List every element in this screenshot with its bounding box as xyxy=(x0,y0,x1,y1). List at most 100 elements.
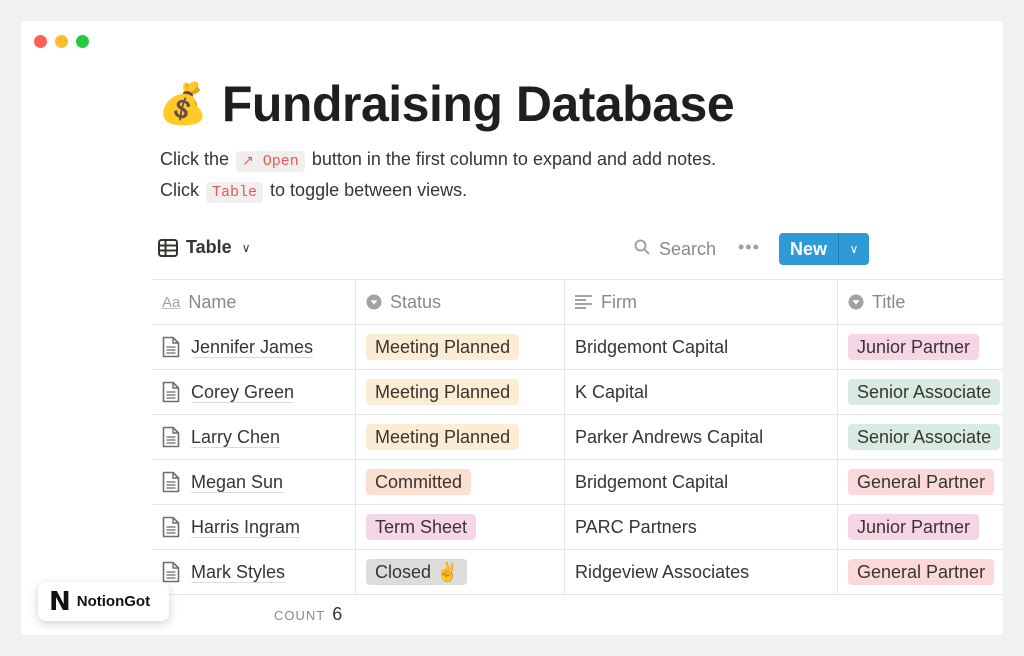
row-name-link[interactable]: Larry Chen xyxy=(191,427,280,448)
database-toolbar: Table ∨ Search ••• New ∨ xyxy=(158,233,1003,269)
firm-cell[interactable]: K Capital xyxy=(565,370,838,414)
title-cell[interactable]: Senior Associate xyxy=(838,415,1003,459)
page-icon xyxy=(162,516,180,538)
status-cell[interactable]: Term Sheet xyxy=(356,505,565,549)
name-cell[interactable]: Larry Chen xyxy=(152,415,356,459)
row-name-link[interactable]: Corey Green xyxy=(191,382,294,403)
firm-text: Parker Andrews Capital xyxy=(575,426,764,447)
table-header-row: Aa Name Status Firm Title xyxy=(152,280,1003,325)
column-header-status[interactable]: Status xyxy=(356,280,565,324)
table-row[interactable]: Mark Styles Closed ✌️ Ridgeview Associat… xyxy=(152,550,1003,595)
money-bag-icon[interactable]: 💰 xyxy=(158,84,208,124)
row-name-link[interactable]: Mark Styles xyxy=(191,562,285,583)
title-badge: Senior Associate xyxy=(848,379,1001,405)
table-row[interactable]: Jennifer James Meeting Planned Bridgemon… xyxy=(152,325,1003,370)
page-description: Click the ↗ Open button in the first col… xyxy=(160,145,716,207)
status-cell[interactable]: Meeting Planned xyxy=(356,370,565,414)
column-header-name[interactable]: Aa Name xyxy=(152,280,356,324)
table-row[interactable]: Larry Chen Meeting Planned Parker Andrew… xyxy=(152,415,1003,460)
status-badge: Closed ✌️ xyxy=(366,559,468,585)
table-icon xyxy=(158,238,178,257)
description-line-2: Click Table to toggle between views. xyxy=(160,176,716,207)
title-cell[interactable]: Senior Associate xyxy=(838,370,1003,414)
page-icon xyxy=(162,381,180,403)
status-cell[interactable]: Meeting Planned xyxy=(356,415,565,459)
search-label: Search xyxy=(659,239,717,259)
maximize-window-button[interactable] xyxy=(76,35,89,48)
view-switcher[interactable]: Table ∨ xyxy=(158,237,250,258)
title-badge: Junior Partner xyxy=(848,514,980,540)
title-cell[interactable]: Junior Partner xyxy=(838,325,1003,369)
row-name-link[interactable]: Harris Ingram xyxy=(191,517,300,538)
firm-text: Ridgeview Associates xyxy=(575,561,750,582)
name-cell[interactable]: Corey Green xyxy=(152,370,356,414)
table-row[interactable]: Harris Ingram Term Sheet PARC Partners J… xyxy=(152,505,1003,550)
page-header: 💰 Fundraising Database xyxy=(158,75,735,133)
close-window-button[interactable] xyxy=(34,35,47,48)
name-cell[interactable]: Mark Styles xyxy=(152,550,356,594)
row-name-link[interactable]: Jennifer James xyxy=(191,337,313,358)
minimize-window-button[interactable] xyxy=(55,35,68,48)
new-dropdown-button[interactable]: ∨ xyxy=(838,233,869,265)
title-badge: General Partner xyxy=(848,559,995,585)
table-row[interactable]: Corey Green Meeting Planned K Capital Se… xyxy=(152,370,1003,415)
status-cell[interactable]: Committed xyxy=(356,460,565,504)
row-name-link[interactable]: Megan Sun xyxy=(191,472,283,493)
page-icon xyxy=(162,561,180,583)
firm-cell[interactable]: Bridgemont Capital xyxy=(565,460,838,504)
title-cell[interactable]: Junior Partner xyxy=(838,505,1003,549)
table-code-snippet: Table xyxy=(206,182,264,203)
brand-watermark: N NotionGot xyxy=(38,582,169,621)
status-badge: Meeting Planned xyxy=(366,379,520,405)
firm-cell[interactable]: Parker Andrews Capital xyxy=(565,415,838,459)
title-badge: Senior Associate xyxy=(848,424,1001,450)
description-text: Click xyxy=(160,180,199,200)
firm-text: PARC Partners xyxy=(575,516,697,537)
app-window: 💰 Fundraising Database Click the ↗ Open … xyxy=(21,21,1003,635)
more-options-icon[interactable]: ••• xyxy=(738,237,760,258)
firm-text: Bridgemont Capital xyxy=(575,336,729,357)
status-cell[interactable]: Closed ✌️ xyxy=(356,550,565,594)
name-cell[interactable]: Jennifer James xyxy=(152,325,356,369)
count-label: COUNT xyxy=(274,608,326,623)
table-footer: COUNT 6 xyxy=(274,604,342,625)
description-text: button in the first column to expand and… xyxy=(311,149,717,169)
open-code-snippet: ↗ Open xyxy=(236,151,305,172)
page-icon xyxy=(162,426,180,448)
description-text: to toggle between views. xyxy=(270,180,468,200)
title-cell[interactable]: General Partner xyxy=(838,550,1003,594)
status-badge: Term Sheet xyxy=(366,514,477,540)
search-icon xyxy=(634,239,650,260)
new-button[interactable]: New xyxy=(779,233,838,265)
table-row[interactable]: Megan Sun Committed Bridgemont Capital G… xyxy=(152,460,1003,505)
title-cell[interactable]: General Partner xyxy=(838,460,1003,504)
status-badge: Meeting Planned xyxy=(366,334,520,360)
column-header-firm[interactable]: Firm xyxy=(565,280,838,324)
view-label: Table xyxy=(186,237,232,257)
page-icon xyxy=(162,336,180,358)
database-table: Aa Name Status Firm Title Jennifer James… xyxy=(152,279,1003,595)
status-cell[interactable]: Meeting Planned xyxy=(356,325,565,369)
open-arrow-icon: ↗ xyxy=(242,153,254,169)
firm-cell[interactable]: Bridgemont Capital xyxy=(565,325,838,369)
open-code-text: Open xyxy=(262,153,299,170)
select-property-icon xyxy=(366,294,382,310)
name-cell[interactable]: Megan Sun xyxy=(152,460,356,504)
title-badge: Junior Partner xyxy=(848,334,980,360)
window-controls xyxy=(34,35,89,48)
text-property-icon xyxy=(575,295,593,309)
column-header-title[interactable]: Title xyxy=(838,280,1003,324)
firm-text: K Capital xyxy=(575,381,649,402)
brand-name: NotionGot xyxy=(76,593,151,610)
page-title[interactable]: Fundraising Database xyxy=(222,75,735,133)
new-button-group: New ∨ xyxy=(779,233,870,265)
search-button[interactable]: Search xyxy=(634,239,716,260)
chevron-down-icon: ∨ xyxy=(849,242,859,256)
firm-cell[interactable]: PARC Partners xyxy=(565,505,838,549)
title-property-icon: Aa xyxy=(162,293,181,311)
name-cell[interactable]: Harris Ingram xyxy=(152,505,356,549)
page-icon xyxy=(162,471,180,493)
firm-cell[interactable]: Ridgeview Associates xyxy=(565,550,838,594)
table-body: Jennifer James Meeting Planned Bridgemon… xyxy=(152,325,1003,595)
title-badge: General Partner xyxy=(848,469,995,495)
